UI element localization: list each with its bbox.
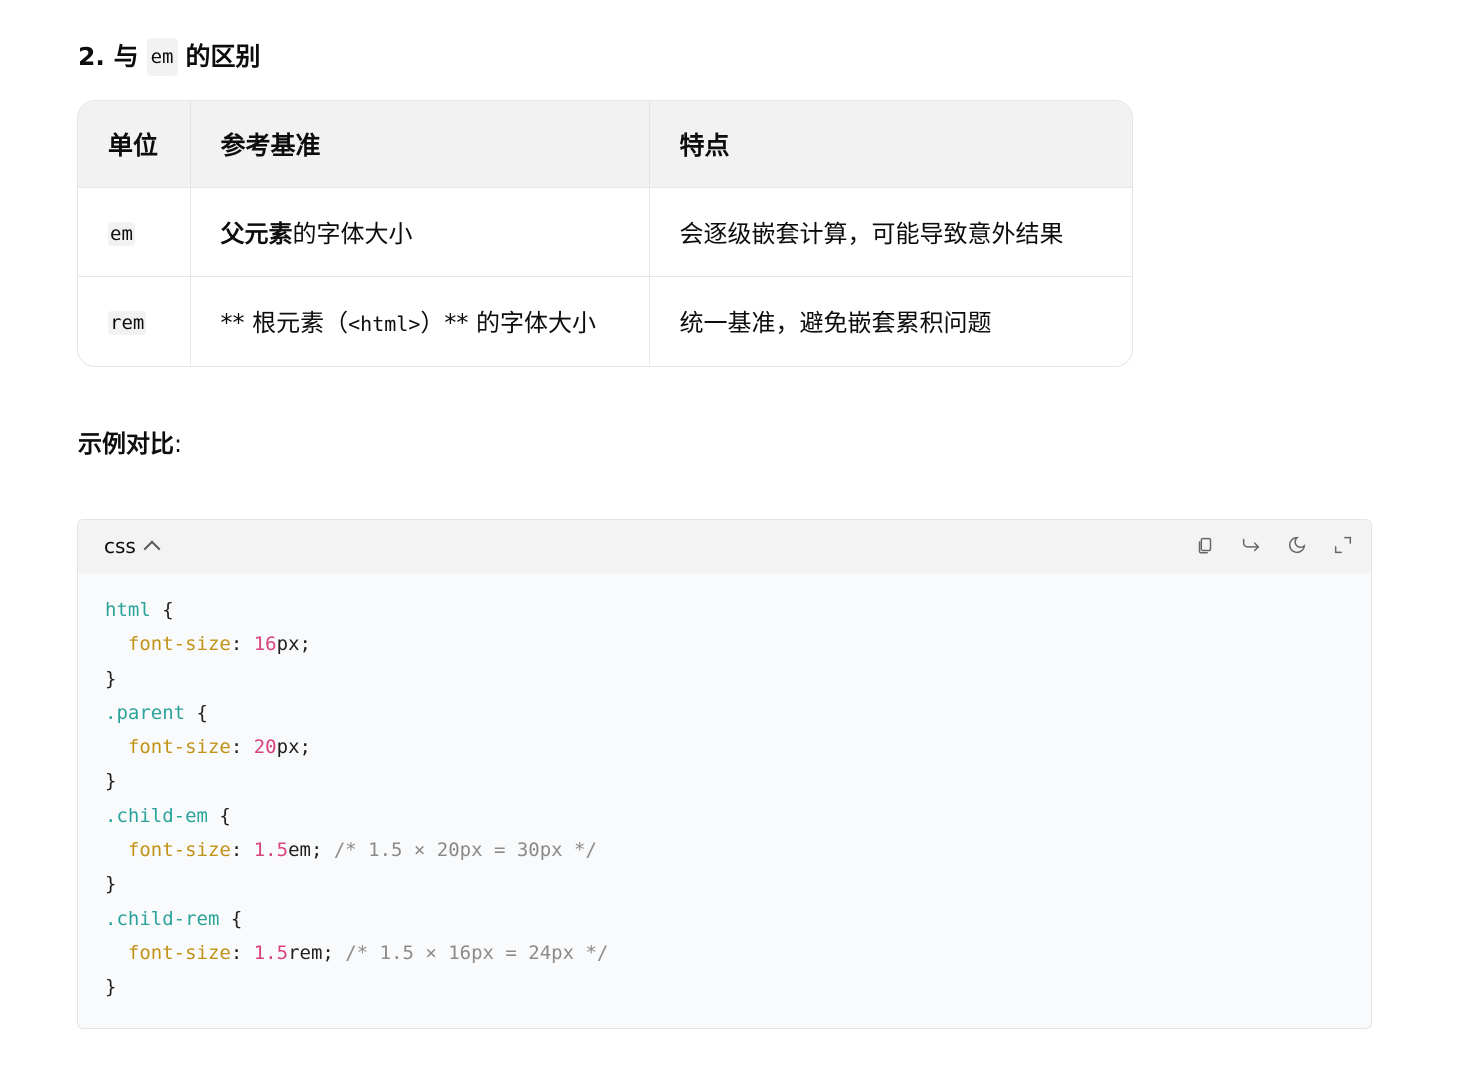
code-token-pun: rem; bbox=[288, 941, 346, 964]
cell-basis: ** 根元素（<html>）** 的字体大小 bbox=[190, 276, 650, 365]
code-token-pun: : bbox=[230, 839, 254, 862]
share-button[interactable] bbox=[1239, 533, 1263, 557]
heading-suffix: 的区别 bbox=[185, 42, 261, 71]
code-token-pun bbox=[105, 839, 128, 861]
table-row: rem ** 根元素（<html>）** 的字体大小 统一基准，避免嵌套累积问题 bbox=[78, 276, 1132, 365]
table-row: em 父元素的字体大小 会逐级嵌套计算，可能导致意外结果 bbox=[78, 187, 1132, 276]
code-token-num: 16 bbox=[253, 633, 277, 656]
code-line: font-size: 1.5rem; /* 1.5 × 16px = 24px … bbox=[105, 936, 1371, 970]
code-token-pun: : bbox=[230, 736, 254, 759]
code-token-pun: em; bbox=[288, 839, 334, 862]
cell-basis: 父元素的字体大小 bbox=[190, 187, 650, 276]
code-token-pun: { bbox=[207, 804, 231, 827]
code-token-pun: } bbox=[105, 667, 117, 690]
chevron-up-icon bbox=[143, 540, 161, 558]
code-token-sel: .child-rem bbox=[105, 907, 220, 930]
code-token-sel: .child-em bbox=[105, 804, 208, 827]
code-token-pun: : bbox=[230, 941, 254, 964]
language-label: css bbox=[104, 534, 136, 558]
code-token-prop: font-size bbox=[127, 736, 231, 759]
code-token-pun: : bbox=[230, 633, 254, 656]
code-line: } bbox=[105, 970, 1371, 1004]
header-unit: 单位 bbox=[78, 101, 191, 187]
basis-rest: 的字体大小 bbox=[292, 220, 413, 248]
cell-feature: 统一基准，避免嵌套累积问题 bbox=[679, 309, 992, 338]
code-token-prop: font-size bbox=[127, 633, 231, 656]
language-toggle[interactable]: css bbox=[104, 534, 161, 558]
expand-button[interactable] bbox=[1331, 533, 1355, 557]
code-line: .child-rem { bbox=[105, 902, 1371, 936]
header-feature: 特点 bbox=[679, 130, 730, 160]
code-token-sel: html bbox=[105, 599, 151, 621]
code-token-prop: font-size bbox=[127, 839, 231, 862]
cell-unit: rem bbox=[78, 276, 191, 365]
example-label-colon: : bbox=[174, 430, 183, 458]
code-token-num: 1.5 bbox=[253, 839, 289, 862]
basis-bold: 父元素 bbox=[220, 220, 293, 248]
code-header: css bbox=[78, 520, 1371, 573]
cell-feature: 会逐级嵌套计算，可能导致意外结果 bbox=[679, 220, 1064, 248]
basis-post: ）** 的字体大小 bbox=[420, 309, 597, 338]
heading-prefix: 2. 与 bbox=[78, 42, 139, 71]
code-line: .child-em { bbox=[105, 799, 1371, 833]
theme-button[interactable] bbox=[1285, 533, 1309, 557]
code-token-cmt: /* 1.5 × 20px = 30px */ bbox=[333, 839, 597, 862]
code-token-pun: { bbox=[150, 599, 174, 621]
code-token-pun bbox=[105, 633, 128, 655]
code-token-cmt: /* 1.5 × 16px = 24px */ bbox=[345, 941, 609, 964]
unit-code: em bbox=[108, 221, 135, 246]
code-line: } bbox=[105, 764, 1371, 798]
code-token-pun: px; bbox=[276, 736, 311, 759]
example-label: 示例对比: bbox=[78, 426, 182, 462]
code-line: font-size: 20px; bbox=[105, 730, 1371, 764]
code-token-pun bbox=[105, 942, 128, 964]
section-heading: 2. 与 em 的区别 bbox=[78, 38, 261, 76]
comparison-table: 单位 参考基准 特点 em 父元素的字体大小 会逐级嵌套计算，可能导致意外结果 … bbox=[77, 100, 1133, 367]
expand-icon bbox=[1334, 536, 1352, 554]
code-line: } bbox=[105, 662, 1371, 696]
table-header-row: 单位 参考基准 特点 bbox=[78, 101, 1132, 187]
unit-code: rem bbox=[108, 310, 147, 335]
cell-unit: em bbox=[78, 187, 191, 276]
code-line: font-size: 16px; bbox=[105, 627, 1371, 661]
code-token-pun: } bbox=[105, 976, 117, 999]
code-line: font-size: 1.5em; /* 1.5 × 20px = 30px *… bbox=[105, 833, 1371, 867]
example-label-bold: 示例对比 bbox=[78, 430, 174, 458]
code-token-sel: .parent bbox=[105, 701, 186, 724]
code-token-prop: font-size bbox=[127, 941, 231, 964]
heading-inline-code: em bbox=[146, 38, 178, 76]
basis-pre: ** 根元素（ bbox=[220, 309, 349, 338]
code-token-pun: { bbox=[219, 907, 243, 930]
header-basis: 参考基准 bbox=[190, 101, 650, 187]
code-line: html { bbox=[105, 593, 1371, 627]
code-token-pun: } bbox=[105, 873, 117, 896]
code-token-pun: { bbox=[185, 701, 208, 724]
code-block: css html {font-size: 16px;} .parent {… bbox=[77, 519, 1372, 1029]
code-content: html { font-size: 16px;} .parent { font-s… bbox=[78, 573, 1371, 1005]
code-toolbar bbox=[1193, 533, 1355, 557]
code-token-pun: } bbox=[105, 770, 117, 793]
code-token-num: 20 bbox=[253, 736, 277, 759]
code-token-pun bbox=[105, 736, 128, 758]
copy-icon bbox=[1198, 537, 1212, 554]
copy-button[interactable] bbox=[1193, 533, 1217, 557]
share-icon bbox=[1242, 538, 1260, 552]
basis-code: <html> bbox=[348, 312, 421, 337]
code-token-pun: px; bbox=[276, 633, 311, 656]
theme-moon-icon bbox=[1289, 536, 1306, 554]
code-line: .parent { bbox=[105, 696, 1371, 730]
code-line: } bbox=[105, 867, 1371, 901]
code-token-num: 1.5 bbox=[253, 941, 289, 964]
